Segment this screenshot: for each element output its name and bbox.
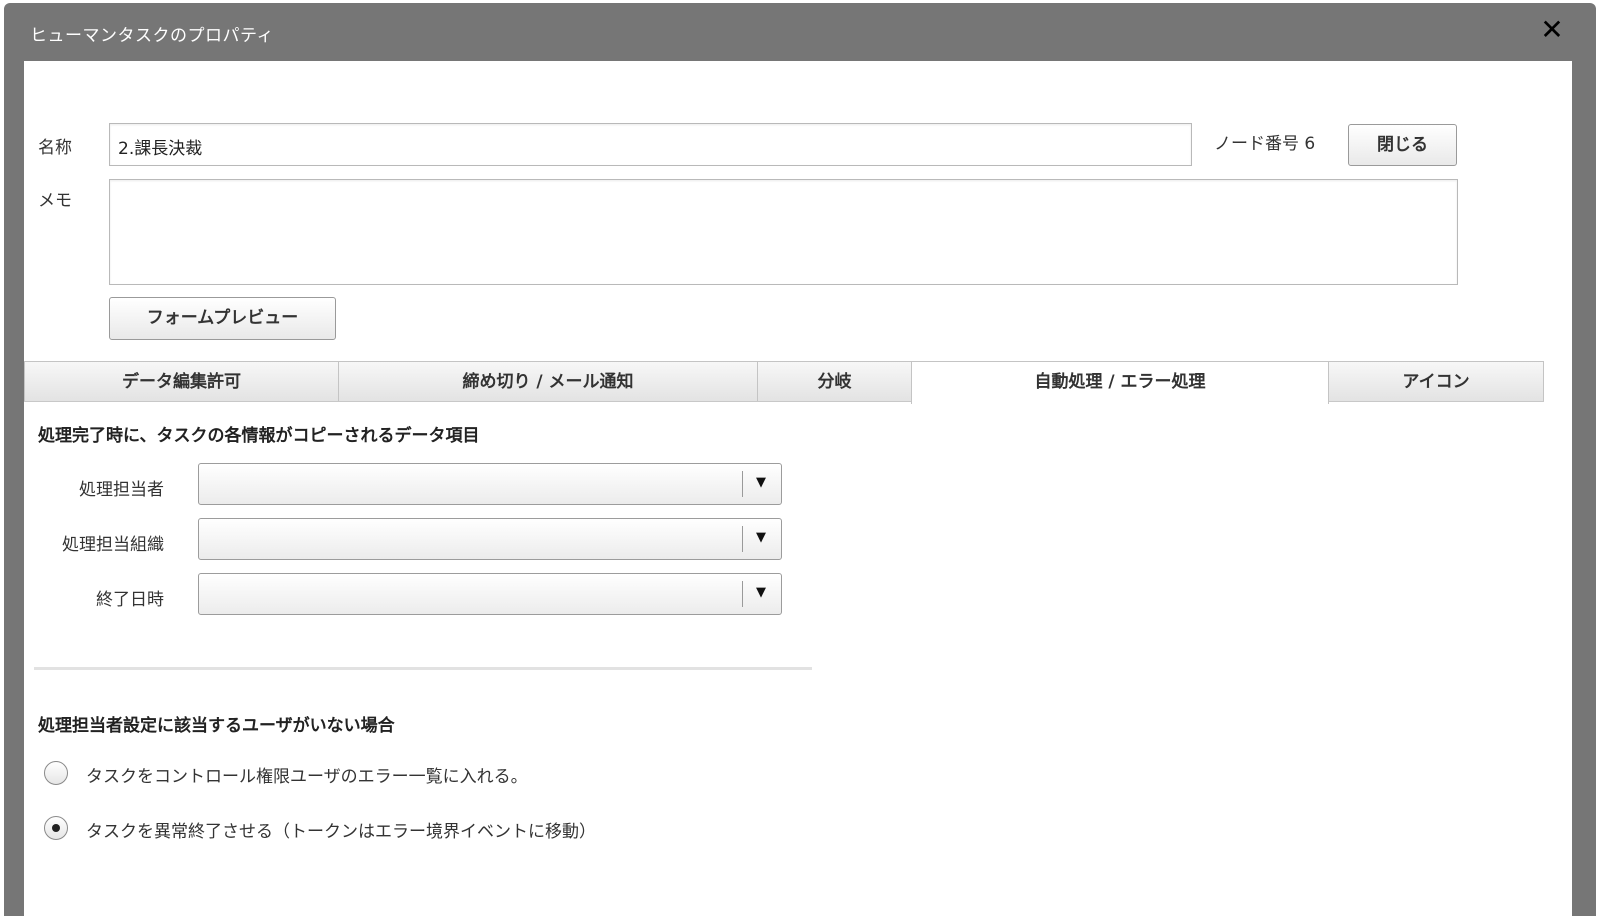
section-divider: [34, 667, 812, 670]
properties-dialog: ヒューマンタスクのプロパティ ✕ 名称 2.課長決裁 ノード番号 6 閉じる メ…: [4, 3, 1596, 916]
assignee-org-label: 処理担当組織: [62, 535, 164, 555]
radio-label: タスクを異常終了させる（トークンはエラー境界イベントに移動）: [86, 822, 596, 842]
dialog-content: 名称 2.課長決裁 ノード番号 6 閉じる メモ フォームプレビュー データ編集…: [24, 61, 1572, 916]
tab-bar: データ編集許可 締め切り / メール通知 分岐 自動処理 / エラー処理 アイコ…: [24, 361, 1544, 404]
tab-auto-error[interactable]: 自動処理 / エラー処理: [911, 361, 1329, 404]
node-number-label: ノード番号 6: [1214, 134, 1316, 154]
memo-textarea[interactable]: [109, 179, 1458, 285]
assignee-label: 処理担当者: [79, 480, 164, 500]
assignee-select[interactable]: ▼: [198, 463, 782, 505]
no-user-heading: 処理担当者設定に該当するユーザがいない場合: [38, 716, 395, 736]
tab-icon[interactable]: アイコン: [1328, 361, 1544, 401]
name-value: 2.課長決裁: [118, 139, 203, 159]
tab-deadline-mail[interactable]: 締め切り / メール通知: [338, 361, 758, 401]
dialog-title: ヒューマンタスクのプロパティ: [30, 26, 274, 46]
select-divider: [742, 581, 743, 607]
select-divider: [742, 526, 743, 552]
chevron-down-icon: ▼: [756, 530, 766, 545]
end-datetime-label: 終了日時: [96, 590, 164, 610]
tab-data-edit-permission[interactable]: データ編集許可: [24, 361, 339, 401]
radio-button[interactable]: [44, 816, 68, 840]
name-input[interactable]: 2.課長決裁: [109, 123, 1192, 166]
radio-label: タスクをコントロール権限ユーザのエラー一覧に入れる。: [86, 767, 528, 787]
memo-label: メモ: [38, 191, 72, 211]
chevron-down-icon: ▼: [756, 585, 766, 600]
dialog-titlebar: ヒューマンタスクのプロパティ ✕: [4, 3, 1596, 61]
select-divider: [742, 471, 743, 497]
copy-fields-heading: 処理完了時に、タスクの各情報がコピーされるデータ項目: [38, 426, 480, 446]
tab-branch[interactable]: 分岐: [757, 361, 912, 401]
close-button[interactable]: 閉じる: [1348, 124, 1457, 166]
close-icon[interactable]: ✕: [1536, 14, 1568, 46]
chevron-down-icon: ▼: [756, 475, 766, 490]
end-datetime-select[interactable]: ▼: [198, 573, 782, 615]
form-preview-button[interactable]: フォームプレビュー: [109, 297, 336, 340]
assignee-org-select[interactable]: ▼: [198, 518, 782, 560]
radio-button[interactable]: [44, 761, 68, 785]
name-label: 名称: [38, 138, 72, 158]
radio-selected-dot: [52, 824, 60, 832]
